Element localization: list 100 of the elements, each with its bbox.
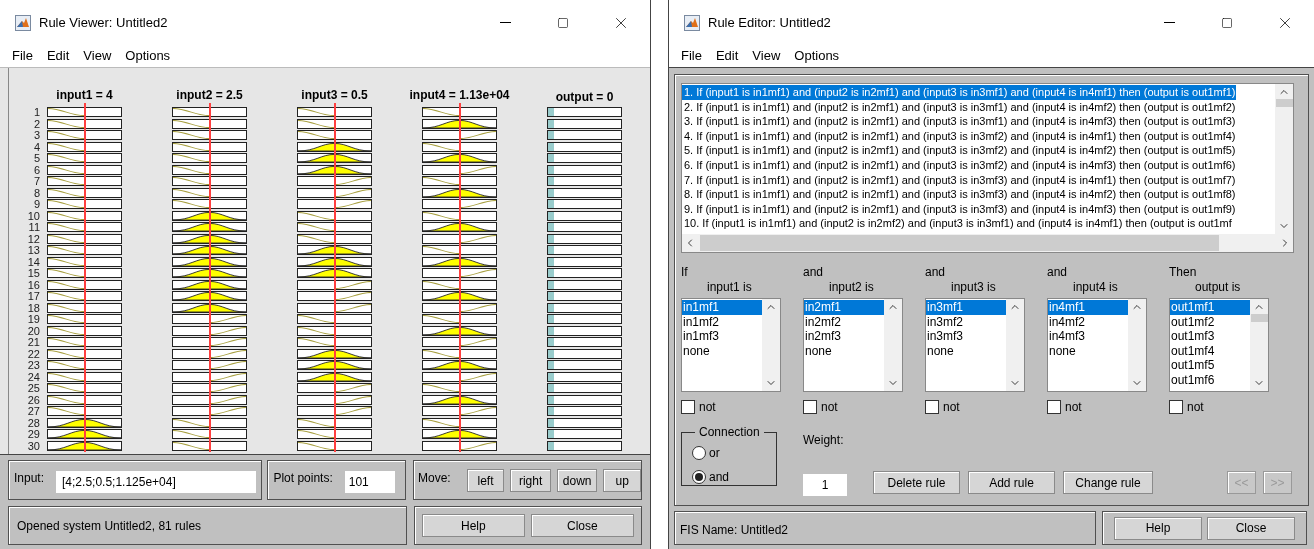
move-button[interactable]: left [466, 469, 505, 492]
listbox-option[interactable]: in1mf3 [682, 329, 762, 344]
scrollbar[interactable] [884, 299, 902, 391]
membership-curve [48, 372, 86, 381]
menu-item[interactable]: View [746, 46, 787, 66]
rule-list[interactable] [681, 83, 1294, 253]
rule-item[interactable]: 7. If (input1 is in1mf1) and (input2 is in2mf1) and (input3 is in3mf3) and (input4 is in4mf1) then (output is out1mf7) [682, 172, 1236, 188]
listbox-option[interactable]: none [682, 343, 762, 359]
mf-listbox[interactable]: in2mf1 in2mf2 in2mf3 none [803, 298, 903, 392]
listbox-option[interactable]: in3mf3 [926, 329, 1006, 344]
listbox-option[interactable]: out1mf6 [1170, 372, 1250, 388]
rule-number: 12 [27, 233, 40, 245]
listbox-option[interactable]: in1mf1 [682, 300, 762, 315]
membership-curve [458, 200, 496, 208]
menu-item[interactable]: File [675, 46, 708, 66]
rule-item[interactable]: 1. If (input1 is in1mf1) and (input2 is in2mf1) and (input3 is in3mf1) and (input4 is in4mf1) then (output is out1mf1) [682, 85, 1236, 100]
radio-button[interactable] [692, 446, 706, 460]
scroll-thumb[interactable] [1250, 314, 1268, 322]
mf-listbox[interactable]: out1mf1 out1mf2 out1mf3 out1mf4 out1mf5 out1mf6 [1169, 298, 1269, 392]
close-button[interactable]: Close [530, 514, 634, 537]
menu-item[interactable]: Options [788, 46, 846, 66]
scroll-thumb[interactable] [700, 235, 1219, 251]
rule-item[interactable]: 10. If (input1 is in1mf1) and (input2 is in2mf2) and (input3 is in3mf1) and (input4 is in4mf1) then (output is out1mf [682, 216, 1232, 231]
listbox-option[interactable]: none [926, 343, 1006, 359]
move-button[interactable]: right [510, 469, 551, 492]
listbox-option[interactable]: in4mf1 [1048, 300, 1128, 315]
not-checkbox[interactable] [925, 400, 939, 414]
membership-curve [48, 165, 86, 174]
rule-item[interactable]: 5. If (input1 is in1mf1) and (input2 is in2mf1) and (input3 is in3mf2) and (input4 is in4mf2) then (output is out1mf5) [682, 143, 1236, 158]
menu-item[interactable]: Options [119, 46, 177, 66]
menu-item[interactable]: Edit [709, 46, 745, 66]
rule-item[interactable]: 8. If (input1 is in1mf1) and (input2 is in2mf1) and (input3 is in3mf3) and (input4 is in4mf2) then (output is out1mf8) [682, 187, 1236, 202]
listbox-option[interactable]: in3mf1 [926, 300, 1006, 315]
listbox-option[interactable]: out1mf4 [1170, 343, 1250, 359]
membership-curve [48, 188, 86, 197]
menu-item[interactable]: File [6, 46, 39, 66]
membership-curve [333, 292, 371, 300]
membership-curve [48, 200, 86, 208]
membership-curve [48, 407, 86, 415]
not-checkbox[interactable] [1047, 400, 1061, 414]
rule-action-button[interactable]: Delete rule [873, 471, 960, 494]
rule-item[interactable]: 4. If (input1 is in1mf1) and (input2 is in2mf1) and (input3 is in3mf2) and (input4 is in4mf1) then (output is out1mf4) [682, 128, 1236, 144]
scrollbar[interactable] [1128, 299, 1146, 391]
menu-item[interactable]: View [77, 46, 118, 66]
membership-curve [423, 349, 461, 358]
not-checkbox[interactable] [803, 400, 817, 414]
listbox-option[interactable]: in4mf2 [1048, 314, 1128, 330]
listbox-option[interactable]: in1mf2 [682, 314, 762, 330]
listbox-option[interactable]: in3mf2 [926, 314, 1006, 330]
horizontal-scrollbar[interactable] [682, 234, 1293, 252]
rule-number: 26 [27, 394, 40, 406]
membership-curve [208, 407, 246, 415]
minimize-icon [499, 22, 511, 23]
close-button[interactable]: Close [1207, 516, 1295, 540]
membership-curve [48, 234, 86, 243]
help-button[interactable]: Help [421, 514, 525, 537]
move-button[interactable]: up [603, 469, 641, 492]
listbox-option[interactable]: none [804, 343, 884, 359]
scrollbar[interactable] [1006, 299, 1024, 391]
listbox-option[interactable]: in4mf3 [1048, 329, 1128, 344]
listbox-option[interactable]: in2mf2 [804, 314, 884, 330]
listbox-option[interactable]: out1mf3 [1170, 329, 1250, 344]
not-checkbox[interactable] [1169, 400, 1183, 414]
connector-label: If [681, 264, 689, 278]
input-heading: input3 = 0.5 [301, 88, 368, 104]
membership-curve [208, 326, 246, 335]
scroll-thumb[interactable] [1275, 99, 1293, 107]
scrollbar[interactable] [1275, 84, 1293, 234]
mf-listbox[interactable]: in1mf1 in1mf2 in1mf3 none [681, 298, 781, 392]
membership-curve [333, 395, 371, 404]
not-checkbox[interactable] [681, 400, 695, 414]
rule-action-button[interactable]: Change rule [1063, 471, 1153, 494]
rule-number: 14 [27, 256, 40, 268]
listbox-option[interactable]: none [1048, 343, 1128, 359]
scrollbar[interactable] [762, 299, 780, 391]
rule-item[interactable]: 6. If (input1 is in1mf1) and (input2 is in2mf1) and (input3 is in3mf2) and (input4 is in4mf3) then (output is out1mf6) [682, 157, 1236, 173]
mf-listbox[interactable]: in4mf1 in4mf2 in4mf3 none [1047, 298, 1147, 392]
weight-field[interactable]: 1 [803, 474, 847, 496]
mf-listbox[interactable]: in3mf1 in3mf2 in3mf3 none [925, 298, 1025, 392]
input-field[interactable]: [4;2.5;0.5;1.125e+04] [56, 471, 257, 493]
minimize-icon [1163, 22, 1175, 23]
rule-item[interactable]: 2. If (input1 is in1mf1) and (input2 is in2mf1) and (input3 is in3mf1) and (input4 is in4mf2) then (output is out1mf2) [682, 99, 1236, 115]
listbox-option[interactable]: out1mf5 [1170, 358, 1250, 373]
move-button[interactable]: down [556, 469, 598, 492]
scrollbar[interactable] [1250, 299, 1268, 391]
menu-item[interactable]: Edit [40, 46, 76, 66]
listbox-option[interactable]: in2mf1 [804, 300, 884, 315]
plot-points-field[interactable]: 101 [344, 471, 395, 493]
membership-curve [458, 303, 496, 312]
rule-number: 27 [27, 406, 40, 418]
rule-number: 28 [27, 417, 40, 429]
connector-label: Then [1169, 264, 1198, 278]
listbox-option[interactable]: out1mf2 [1170, 314, 1250, 330]
radio-button[interactable] [692, 470, 706, 484]
help-button[interactable]: Help [1114, 516, 1202, 540]
rule-action-button[interactable]: Add rule [968, 471, 1055, 494]
listbox-option[interactable]: out1mf1 [1170, 300, 1250, 315]
listbox-option[interactable]: in2mf3 [804, 329, 884, 344]
rule-item[interactable]: 3. If (input1 is in1mf1) and (input2 is in2mf1) and (input3 is in3mf1) and (input4 is in4mf3) then (output is out1mf3) [682, 114, 1236, 129]
rule-item[interactable]: 9. If (input1 is in1mf1) and (input2 is in2mf1) and (input3 is in3mf3) and (input4 is in4mf3) then (output is out1mf9) [682, 201, 1236, 217]
